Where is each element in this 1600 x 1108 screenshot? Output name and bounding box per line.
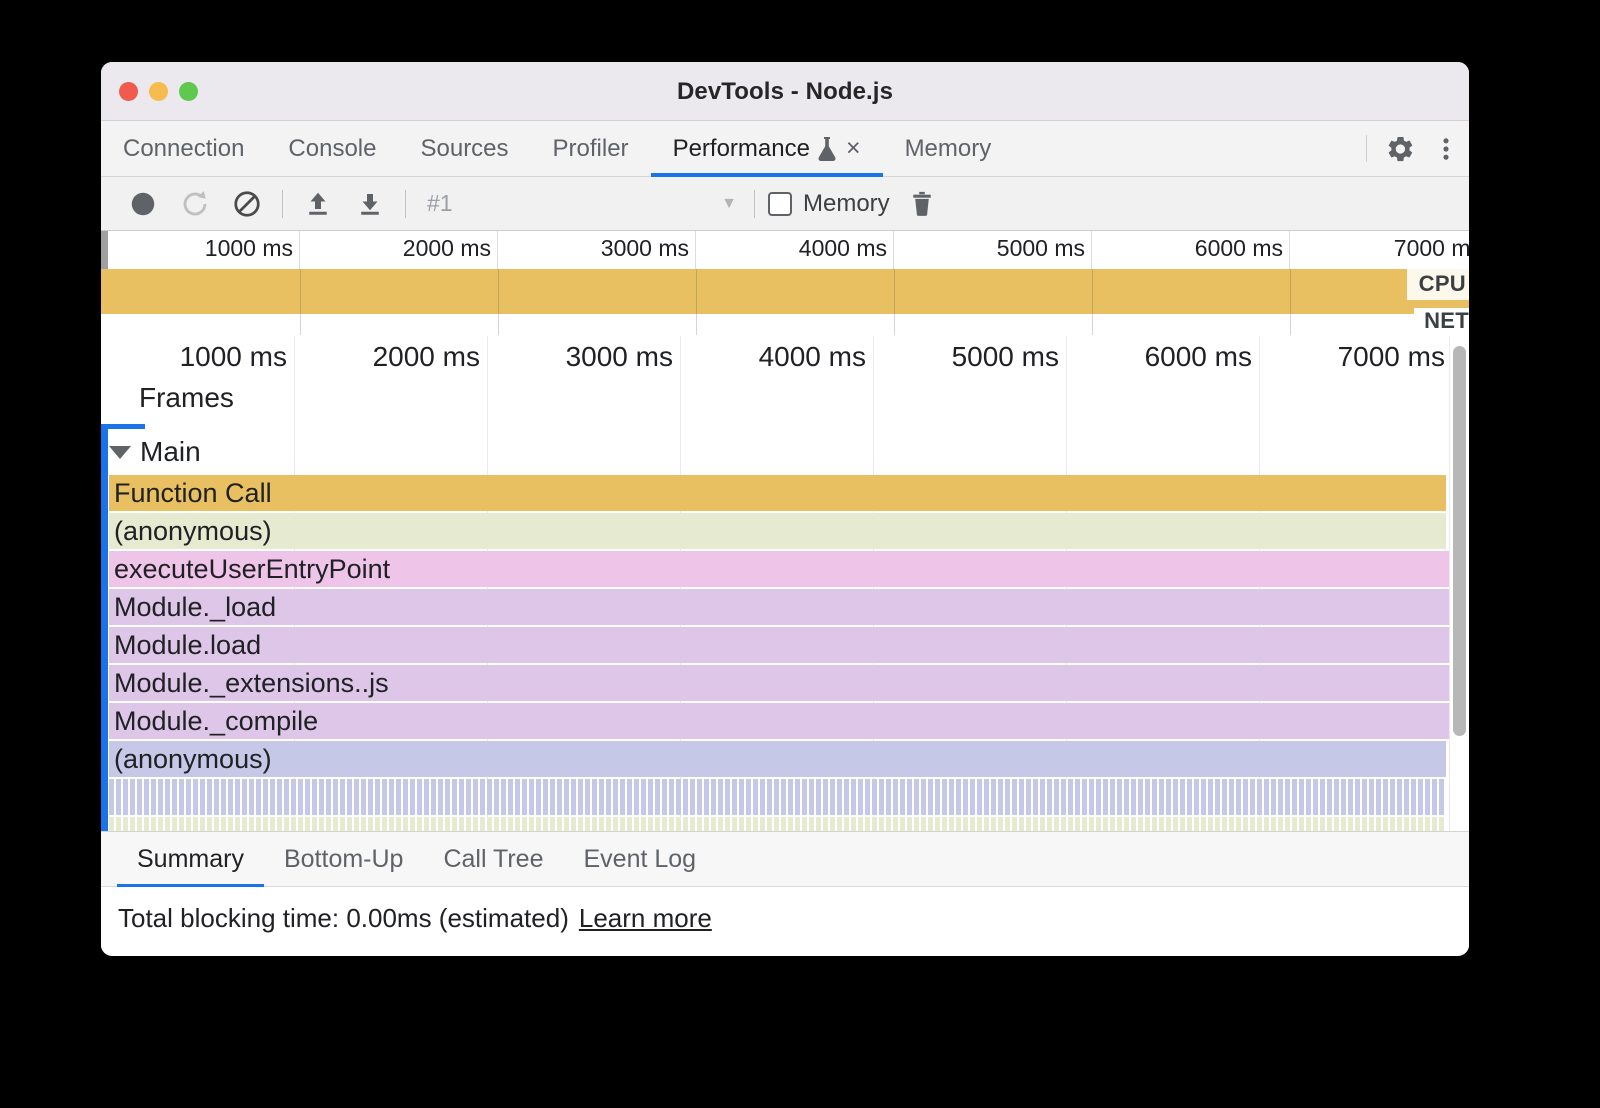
overview-tick-0: 1000 ms xyxy=(205,235,293,262)
toolbar-divider-2 xyxy=(405,190,406,218)
flamechart-ruler: 1000 ms 2000 ms 3000 ms 4000 ms 5000 ms … xyxy=(101,336,1469,382)
devtools-window: DevTools - Node.js Connection Console So… xyxy=(101,62,1469,956)
overview-tick-6: 7000 ms xyxy=(1394,235,1469,262)
overview-window-handle-left[interactable] xyxy=(101,231,108,269)
flamechart-tick-6: 7000 ms xyxy=(1338,341,1445,373)
flamechart-tick-3: 4000 ms xyxy=(759,341,866,373)
flamechart-tick-4: 5000 ms xyxy=(952,341,1059,373)
flamechart-scrollbar-track[interactable] xyxy=(1449,336,1469,831)
more-vertical-icon[interactable] xyxy=(1423,121,1469,176)
total-blocking-time-text: Total blocking time: 0.00ms (estimated) xyxy=(118,903,569,934)
upload-arrow-icon[interactable] xyxy=(292,178,344,230)
tab-memory-label: Memory xyxy=(905,135,992,163)
overview-tick-2: 3000 ms xyxy=(601,235,689,262)
overview-net-label: NET xyxy=(1414,308,1469,334)
overview-cpu-track: CPU xyxy=(101,269,1469,314)
tab-profiler-label: Profiler xyxy=(553,135,629,163)
tab-call-tree-label: Call Tree xyxy=(443,845,543,874)
profile-select[interactable]: #1 ▼ xyxy=(415,187,745,221)
flamechart-bar-module-compile[interactable]: Module._compile xyxy=(109,703,1457,739)
tab-performance-label: Performance xyxy=(673,135,810,163)
flamechart-bar-module-extensions-js[interactable]: Module._extensions..js xyxy=(109,665,1457,701)
tab-bottom-up-label: Bottom-Up xyxy=(284,845,403,874)
overview-tick-4: 5000 ms xyxy=(997,235,1085,262)
toolbar-divider-3 xyxy=(754,190,755,218)
overview-tick-1: 2000 ms xyxy=(403,235,491,262)
flamechart-group-main-label: Main xyxy=(140,436,201,468)
flamechart-bar-function-call[interactable]: Function Call xyxy=(109,475,1446,511)
tab-summary[interactable]: Summary xyxy=(117,832,264,886)
tab-sources-label: Sources xyxy=(420,135,508,163)
flamechart-bar-anonymous-2[interactable]: (anonymous) xyxy=(109,741,1446,777)
overview-tick-5: 6000 ms xyxy=(1195,235,1283,262)
flamechart-bar-label: (anonymous) xyxy=(114,744,272,775)
flamechart-bar-label: Function Call xyxy=(114,478,272,509)
tab-event-log-label: Event Log xyxy=(584,845,697,874)
frames-track-label: Frames xyxy=(101,382,234,424)
flamechart-bar-anonymous-1[interactable]: (anonymous) xyxy=(109,513,1446,549)
flamechart-bar-label: Module.load xyxy=(114,630,261,661)
details-tabbar: Summary Bottom-Up Call Tree Event Log xyxy=(101,831,1469,887)
tab-sources[interactable]: Sources xyxy=(398,121,530,176)
tab-connection[interactable]: Connection xyxy=(101,121,266,176)
tab-profiler[interactable]: Profiler xyxy=(531,121,651,176)
flamechart-bar-module-load-underscore[interactable]: Module._load xyxy=(109,589,1457,625)
tab-bottom-up[interactable]: Bottom-Up xyxy=(264,832,423,886)
flask-icon xyxy=(817,136,837,162)
tab-performance[interactable]: Performance × xyxy=(651,121,883,176)
flamechart-bar-module-load[interactable]: Module.load xyxy=(109,627,1457,663)
tab-summary-label: Summary xyxy=(137,845,244,874)
window-title: DevTools - Node.js xyxy=(101,78,1469,106)
panel-tabbar: Connection Console Sources Profiler Perf… xyxy=(101,121,1469,177)
flamechart-scrollbar-thumb[interactable] xyxy=(1453,346,1466,736)
overview-tick-3: 4000 ms xyxy=(799,235,887,262)
flamechart-bar-label: executeUserEntryPoint xyxy=(114,554,390,585)
flamechart-bar-row-striped-blue[interactable] xyxy=(109,779,1446,815)
performance-toolbar: #1 ▼ Memory xyxy=(101,177,1469,231)
screenshot-root: DevTools - Node.js Connection Console So… xyxy=(0,0,1600,1108)
flamechart-bar-label: Module._compile xyxy=(114,706,318,737)
timeline-overview[interactable]: 1000 ms 2000 ms 3000 ms 4000 ms 5000 ms … xyxy=(101,231,1469,336)
flamechart-bar-row-striped-green[interactable] xyxy=(109,817,1446,831)
download-arrow-icon[interactable] xyxy=(344,178,396,230)
clear-prohibited-icon[interactable] xyxy=(221,178,273,230)
flamechart-tick-5: 6000 ms xyxy=(1145,341,1252,373)
tab-console[interactable]: Console xyxy=(266,121,398,176)
overview-ruler: 1000 ms 2000 ms 3000 ms 4000 ms 5000 ms … xyxy=(101,231,1469,269)
reload-icon[interactable] xyxy=(169,178,221,230)
tab-console-label: Console xyxy=(288,135,376,163)
chevron-down-icon[interactable] xyxy=(109,446,131,459)
chevron-down-icon: ▼ xyxy=(721,195,737,213)
flamechart-bar-label: Module._load xyxy=(114,592,276,623)
tab-connection-label: Connection xyxy=(123,135,244,163)
flamechart-tick-1: 2000 ms xyxy=(373,341,480,373)
main-track-marker xyxy=(101,424,108,831)
toolbar-divider-1 xyxy=(282,190,283,218)
close-icon[interactable]: × xyxy=(846,136,861,161)
memory-checkbox-label: Memory xyxy=(803,190,890,218)
tab-memory[interactable]: Memory xyxy=(883,121,1014,176)
tabbar-spacer xyxy=(1013,121,1356,176)
flamechart-bar-label: Module._extensions..js xyxy=(114,668,389,699)
flamechart-bar-executeuserentrypoint[interactable]: executeUserEntryPoint xyxy=(109,551,1464,587)
overview-cpu-label: CPU xyxy=(1407,269,1469,300)
flamechart-group-main[interactable]: Main xyxy=(109,429,201,475)
gear-icon[interactable] xyxy=(1377,121,1423,176)
tab-event-log[interactable]: Event Log xyxy=(564,832,717,886)
memory-checkbox[interactable]: Memory xyxy=(768,190,890,218)
learn-more-link[interactable]: Learn more xyxy=(579,903,712,934)
window-titlebar: DevTools - Node.js xyxy=(101,62,1469,121)
summary-statusbar: Total blocking time: 0.00ms (estimated) … xyxy=(101,887,1469,949)
tabbar-divider xyxy=(1366,135,1367,162)
trash-icon[interactable] xyxy=(908,189,936,219)
flamechart-pane[interactable]: 1000 ms 2000 ms 3000 ms 4000 ms 5000 ms … xyxy=(101,336,1469,831)
tab-call-tree[interactable]: Call Tree xyxy=(423,832,563,886)
overview-net-track: NET xyxy=(101,314,1469,336)
record-circle-icon[interactable] xyxy=(117,178,169,230)
profile-select-value: #1 xyxy=(427,190,453,217)
flamechart-tick-0: 1000 ms xyxy=(180,341,287,373)
checkbox-box-icon[interactable] xyxy=(768,192,792,216)
flamechart-bar-label: (anonymous) xyxy=(114,516,272,547)
flamechart-tick-2: 3000 ms xyxy=(566,341,673,373)
